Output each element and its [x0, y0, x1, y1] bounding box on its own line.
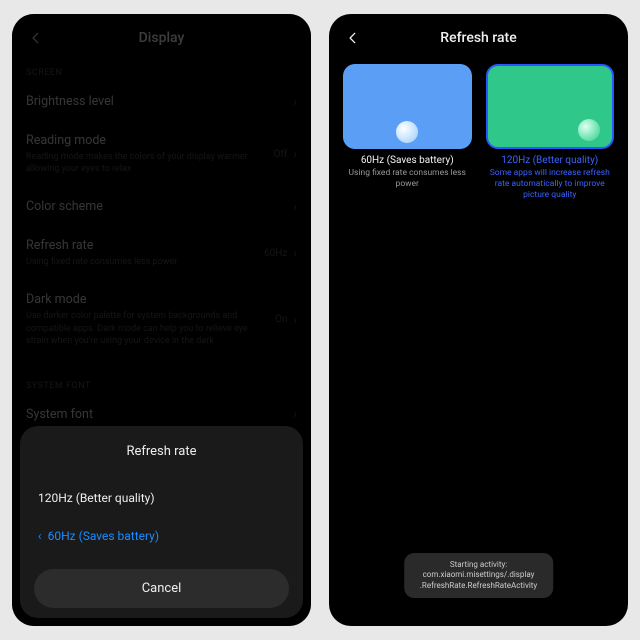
option-card-60hz[interactable]	[343, 64, 472, 149]
row-title: System font	[26, 407, 293, 422]
preview-ball-icon	[396, 121, 418, 143]
chevron-right-icon: ›	[293, 246, 297, 260]
option-card-120hz[interactable]	[486, 64, 615, 149]
row-value: On	[275, 314, 287, 325]
display-settings-screen: Display SCREEN Brightness level › Readin…	[12, 14, 311, 626]
row-title: Dark mode	[26, 292, 275, 307]
row-title: Color scheme	[26, 199, 293, 214]
preview-ball-icon	[578, 119, 600, 141]
header: Refresh rate	[329, 14, 628, 58]
row-title: Reading mode	[26, 133, 274, 148]
row-brightness[interactable]: Brightness level ›	[26, 82, 297, 121]
chevron-right-icon: ›	[293, 407, 297, 421]
back-button[interactable]	[343, 28, 363, 48]
option-desc: Using fixed rate consumes less power	[343, 168, 472, 190]
section-label-font: SYSTEM FONT	[26, 381, 297, 391]
row-value: Off	[274, 149, 288, 160]
header: Display	[12, 14, 311, 58]
row-title: Refresh rate	[26, 238, 264, 253]
row-desc: Using fixed rate consumes less power	[26, 256, 264, 268]
option-60hz[interactable]: 60Hz (Saves battery)	[34, 517, 289, 555]
row-color-scheme[interactable]: Color scheme ›	[26, 187, 297, 226]
refresh-rate-sheet: Refresh rate 120Hz (Better quality) 60Hz…	[20, 426, 303, 618]
page-title: Refresh rate	[329, 30, 628, 46]
rate-options: 60Hz (Saves battery) Using fixed rate co…	[329, 58, 628, 209]
row-desc: Reading mode makes the colors of your di…	[26, 151, 266, 175]
section-label-screen: SCREEN	[26, 68, 297, 78]
option-desc: Some apps will increase refresh rate aut…	[486, 168, 615, 201]
row-dark-mode[interactable]: Dark mode Use darker color palette for s…	[26, 280, 297, 358]
chevron-right-icon: ›	[293, 95, 297, 109]
option-120hz[interactable]: 120Hz (Better quality)	[34, 479, 289, 517]
option-title: 120Hz (Better quality)	[486, 155, 615, 166]
chevron-right-icon: ›	[293, 313, 297, 327]
row-refresh-rate[interactable]: Refresh rate Using fixed rate consumes l…	[26, 226, 297, 280]
chevron-right-icon: ›	[293, 200, 297, 214]
cancel-button[interactable]: Cancel	[34, 569, 289, 608]
row-value: 60Hz	[264, 248, 287, 259]
sheet-title: Refresh rate	[34, 444, 289, 459]
chevron-right-icon: ›	[293, 147, 297, 161]
row-desc: Use darker color palette for system back…	[26, 310, 266, 346]
row-reading-mode[interactable]: Reading mode Reading mode makes the colo…	[26, 121, 297, 187]
chevron-left-icon	[346, 31, 360, 45]
option-title: 60Hz (Saves battery)	[343, 155, 472, 166]
chevron-left-icon	[29, 31, 43, 45]
refresh-rate-screen: Refresh rate 60Hz (Saves battery) Using …	[329, 14, 628, 626]
page-title: Display	[12, 30, 311, 46]
row-title: Brightness level	[26, 94, 293, 109]
settings-list: SCREEN Brightness level › Reading mode R…	[12, 58, 311, 473]
activity-toast: Starting activity: com.xiaomi.misettings…	[404, 553, 554, 598]
back-button[interactable]	[26, 28, 46, 48]
